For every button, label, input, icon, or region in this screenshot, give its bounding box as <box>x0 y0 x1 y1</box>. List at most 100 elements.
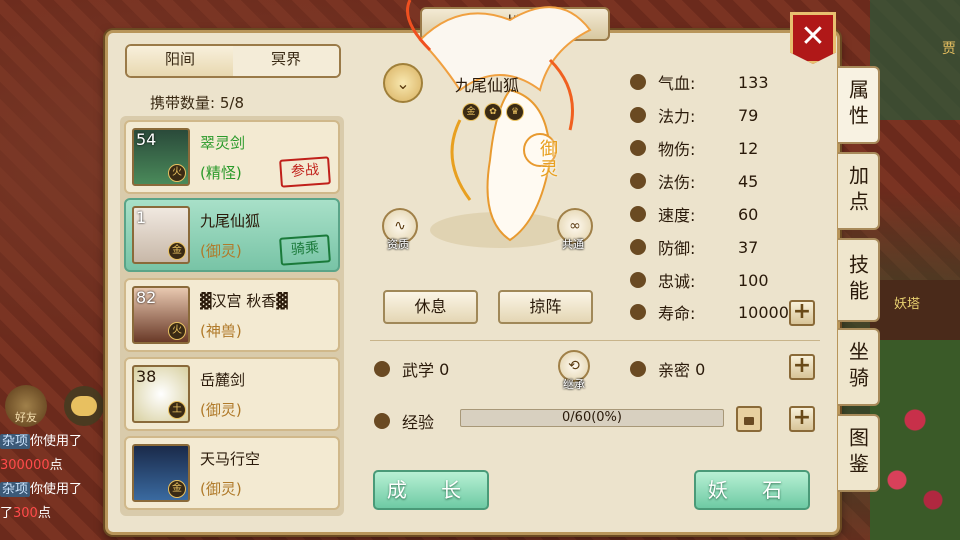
add-intimacy-button[interactable]: + <box>789 354 815 380</box>
tab-mingjie[interactable]: 冥界 <box>233 46 339 76</box>
lock-button[interactable] <box>736 406 762 432</box>
stat-label: 忠诚: <box>658 272 696 291</box>
pet-level: 38 <box>136 367 157 386</box>
tab-mount[interactable]: 坐骑 <box>838 328 880 406</box>
friend-label: 好友 <box>15 411 37 424</box>
element-badge: 火 <box>168 322 186 340</box>
tab-points[interactable]: 加点 <box>838 152 880 230</box>
pet-list-item[interactable]: 1 金 九尾仙狐 (御灵) 骑乘 <box>124 198 340 272</box>
pet-level: 82 <box>136 288 157 307</box>
stat-row: 速度: 60 <box>630 202 758 226</box>
chat-text: 点 <box>49 458 63 473</box>
plus-icon: + <box>792 353 812 378</box>
formation-button[interactable]: 掠阵 <box>498 290 593 324</box>
pet-type: (精怪) <box>200 164 242 182</box>
pet-list-item[interactable]: 82 火 ▓汉宫 秋香▓ (神兽) <box>124 278 340 352</box>
chat-line: 杂项 你使用了 <box>0 478 110 502</box>
shared-label: 共通 <box>562 238 584 251</box>
ride-stamp: 骑乘 <box>279 234 331 266</box>
pet-list-item[interactable]: 38 土 岳麓剑 (御灵) <box>124 357 340 431</box>
pet-type: (御灵) <box>200 242 242 260</box>
lock-icon <box>744 417 754 425</box>
tab-skills[interactable]: 技能 <box>838 238 880 322</box>
lifespan-icon <box>630 304 646 320</box>
chat-line: 300000点 <box>0 454 110 478</box>
yaoshi-button[interactable]: 妖 石 <box>694 470 810 510</box>
stat-label: 法伤: <box>658 173 696 192</box>
pet-list-item[interactable]: 54 火 翠灵剑 (精怪) 参战 <box>124 120 340 194</box>
expand-button[interactable]: ⌄ <box>383 63 423 103</box>
chat-tag: 杂项 <box>0 434 31 449</box>
stat-row: 法力: 79 <box>630 103 758 127</box>
pet-portrait: 54 火 <box>132 128 190 186</box>
element-badge: 金 <box>168 480 186 498</box>
pet-list[interactable]: 54 火 翠灵剑 (精怪) 参战 1 金 九尾仙狐 (御灵) 骑乘 82 火 ▓… <box>120 116 344 516</box>
grow-button[interactable]: 成 长 <box>373 470 489 510</box>
flame-icon <box>630 173 646 189</box>
element-badge: 土 <box>168 401 186 419</box>
friend-button[interactable]: 好友 <box>5 385 47 427</box>
shield-icon <box>630 239 646 255</box>
aptitude-label: 资质 <box>387 238 409 251</box>
pet-badges: 金 ✿ ♛ <box>462 103 524 121</box>
pet-type: (御灵) <box>200 401 242 419</box>
pet-list-item[interactable]: 金 天马行空 (御灵) <box>124 436 340 510</box>
chat-text: 点 <box>37 506 51 521</box>
pet-portrait: 82 火 <box>132 286 190 344</box>
scene-npc-label: 贾 <box>942 41 956 57</box>
pet-name: 九尾仙狐 <box>200 212 261 230</box>
add-experience-button[interactable]: + <box>789 406 815 432</box>
stat-row: 法伤: 45 <box>630 169 758 193</box>
stat-row: 寿命: 10000 <box>630 300 789 324</box>
intimacy-label: 亲密 <box>658 361 691 380</box>
pet-name: ▓汉宫 秋香▓ <box>200 292 288 310</box>
chat-tag: 杂项 <box>0 482 31 497</box>
refresh-icon: ⟲ <box>568 358 580 374</box>
stat-label: 寿命: <box>658 304 696 323</box>
chat-number: 300000 <box>0 458 50 473</box>
tab-codex[interactable]: 图鉴 <box>838 414 880 492</box>
chat-bubble-icon <box>71 396 97 416</box>
metal-badge-icon: 金 <box>462 103 480 121</box>
crown-badge-icon: ♛ <box>506 103 524 121</box>
chat-text: 你使用了 <box>30 482 83 497</box>
pet-level: 1 <box>136 208 147 227</box>
intimacy-icon <box>630 361 646 377</box>
chat-line: 杂项 你使用了 <box>0 430 110 454</box>
divider <box>370 340 820 341</box>
pet-detail-name: 九尾仙狐 <box>455 76 520 95</box>
scene-right-top <box>870 0 960 120</box>
chat-text: 你使用了 <box>30 434 83 449</box>
lightning-icon <box>630 206 646 222</box>
martial-row: 武学 0 <box>374 357 449 381</box>
inherit-label: 继承 <box>563 378 585 391</box>
martial-icon <box>374 361 390 377</box>
plus-icon: + <box>792 299 812 324</box>
stat-row: 气血: 133 <box>630 70 769 94</box>
pet-portrait: 38 土 <box>132 365 190 423</box>
stat-value: 79 <box>738 105 759 125</box>
sword-icon <box>630 140 646 156</box>
rest-button[interactable]: 休息 <box>383 290 478 324</box>
martial-label: 武学 <box>402 361 435 380</box>
pulse-icon: ∿ <box>394 218 406 234</box>
carry-count: 携带数量: 5/8 <box>120 92 340 113</box>
stat-value: 37 <box>738 237 759 257</box>
chevron-down-icon: ⌄ <box>396 73 410 93</box>
stat-label: 防御: <box>658 239 696 258</box>
martial-value: 0 <box>439 359 450 379</box>
pet-type: (御灵) <box>200 480 242 498</box>
chat-bubble-button[interactable] <box>64 386 104 426</box>
pet-portrait: 1 金 <box>132 206 190 264</box>
battle-stamp: 参战 <box>279 156 331 188</box>
experience-text: 0/60(0%) <box>562 410 622 425</box>
tab-attributes[interactable]: 属性 <box>838 66 880 144</box>
scene-pagoda-label: 妖塔 <box>893 297 920 312</box>
stat-label: 物伤: <box>658 140 696 159</box>
tab-yangjian[interactable]: 阳间 <box>127 46 233 76</box>
element-badge: 火 <box>168 164 186 182</box>
pet-name: 翠灵剑 <box>200 134 246 152</box>
add-lifespan-button[interactable]: + <box>789 300 815 326</box>
drop-icon <box>630 107 646 123</box>
plus-icon: + <box>792 405 812 430</box>
